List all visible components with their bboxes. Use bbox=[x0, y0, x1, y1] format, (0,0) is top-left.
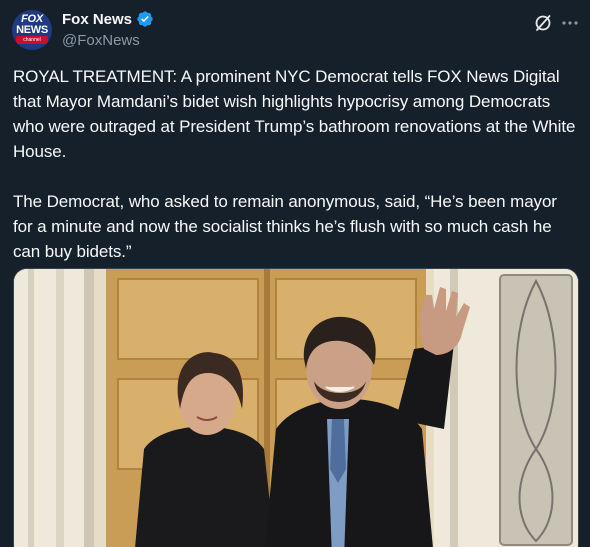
more-options-icon[interactable] bbox=[560, 13, 580, 33]
tweet-paragraph-1: ROYAL TREATMENT: A prominent NYC Democra… bbox=[13, 67, 580, 161]
author-name-row: Fox News bbox=[62, 10, 154, 28]
tweet-paragraph-2: The Democrat, who asked to remain anonym… bbox=[13, 192, 562, 261]
tweet-text: ROYAL TREATMENT: A prominent NYC Democra… bbox=[13, 64, 581, 264]
verified-badge-icon bbox=[136, 10, 154, 28]
author-handle[interactable]: @FoxNews bbox=[62, 32, 140, 49]
display-name[interactable]: Fox News bbox=[62, 11, 132, 28]
avatar-logo-news: NEWS bbox=[16, 24, 48, 36]
avatar[interactable]: FOX NEWS channel bbox=[12, 10, 52, 50]
avatar-logo-channel: channel bbox=[23, 37, 41, 43]
grok-icon[interactable] bbox=[533, 13, 553, 33]
tweet[interactable]: FOX NEWS channel Fox News @FoxNews ROYAL… bbox=[0, 0, 590, 547]
tweet-photo[interactable] bbox=[13, 268, 579, 547]
photo-illustration bbox=[14, 269, 578, 547]
